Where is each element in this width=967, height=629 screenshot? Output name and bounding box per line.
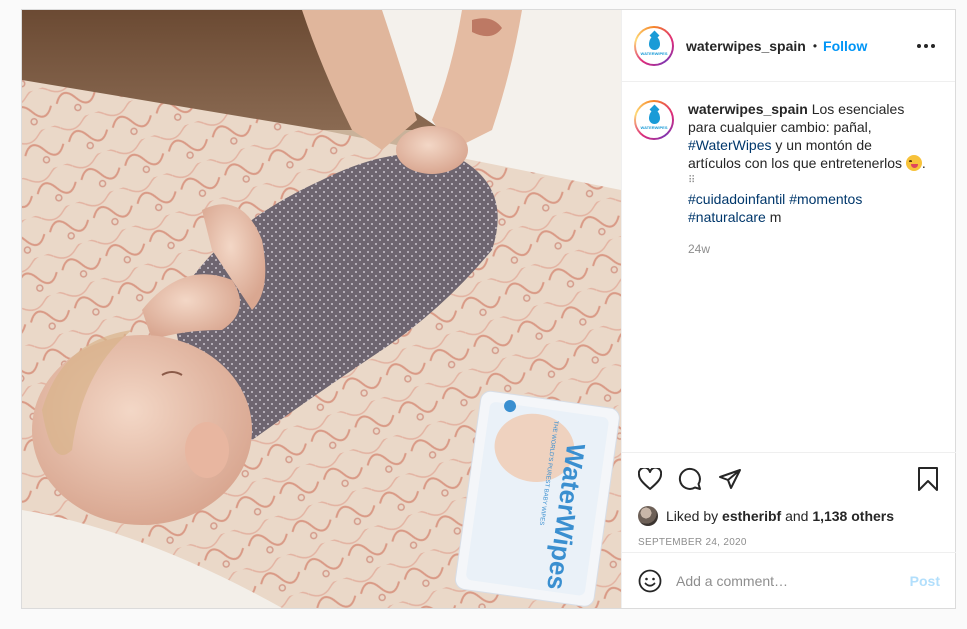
post-date[interactable]: SEPTEMBER 24, 2020 (622, 537, 956, 548)
waterwipes-logo-icon (648, 110, 660, 124)
liker-avatar[interactable] (638, 506, 658, 526)
waterwipes-logo-icon (648, 35, 660, 50)
comment-input[interactable] (676, 572, 910, 589)
caption-avatar[interactable]: WATERWIPES (634, 100, 674, 140)
caption-avatar-logo-text: WATERWIPES (640, 125, 668, 130)
heart-icon[interactable] (636, 465, 664, 493)
separator-dot: • (812, 38, 818, 53)
hashtag-link[interactable]: #WaterWipes (688, 137, 772, 153)
liker-username-link[interactable]: estheribf (722, 508, 781, 524)
post-caption: WATERWIPES waterwipes_spain Los esencial… (634, 100, 942, 258)
likes-middle: and (785, 508, 809, 524)
post-photo[interactable]: WaterWipes THE WORLD'S PUREST BABY WIPES (22, 10, 621, 608)
comment-bar: Post (622, 552, 956, 608)
emoji-icon[interactable] (638, 569, 662, 593)
action-icons (622, 453, 956, 505)
avatar[interactable]: WATERWIPES (634, 25, 674, 66)
post-comment-button[interactable]: Post (910, 573, 940, 589)
hashtag-link[interactable]: #momentos (789, 191, 862, 207)
caption-text: m (765, 209, 782, 225)
hashtag-link[interactable]: #cuidadoinfantil (688, 191, 785, 207)
caption-username-link[interactable]: waterwipes_spain (688, 101, 808, 117)
hashtag-link[interactable]: #naturalcare (688, 209, 766, 225)
post-header: WATERWIPES waterwipes_spain • Follow (622, 10, 955, 82)
username-link[interactable]: waterwipes_spain (686, 38, 806, 54)
caption-text: . (921, 155, 926, 171)
share-icon[interactable] (716, 465, 744, 493)
likes-summary: Liked by estheribf and 1,138 others (622, 506, 956, 526)
caption-body: waterwipes_spain Los esenciales para cua… (688, 100, 928, 258)
follow-button[interactable]: Follow (823, 38, 867, 54)
post-sidebar: WATERWIPES waterwipes_spain • Follow WAT… (621, 10, 956, 608)
bookmark-icon[interactable] (914, 465, 942, 493)
baby-photo-illustration: WaterWipes THE WORLD'S PUREST BABY WIPES (22, 10, 621, 608)
avatar-logo-text: WATERWIPES (640, 50, 668, 56)
winking-tongue-emoji-icon (905, 155, 922, 171)
post-time-ago[interactable]: 24w (688, 240, 928, 258)
caption-dots: ⠿ (688, 175, 695, 186)
instagram-post: WaterWipes THE WORLD'S PUREST BABY WIPES… (21, 9, 956, 609)
comment-icon[interactable] (676, 465, 704, 493)
likes-prefix: Liked by (666, 508, 719, 524)
more-icon[interactable] (913, 40, 939, 52)
others-likes-link[interactable]: 1,138 others (812, 508, 894, 524)
post-actions: Liked by estheribf and 1,138 others SEPT… (622, 452, 956, 608)
